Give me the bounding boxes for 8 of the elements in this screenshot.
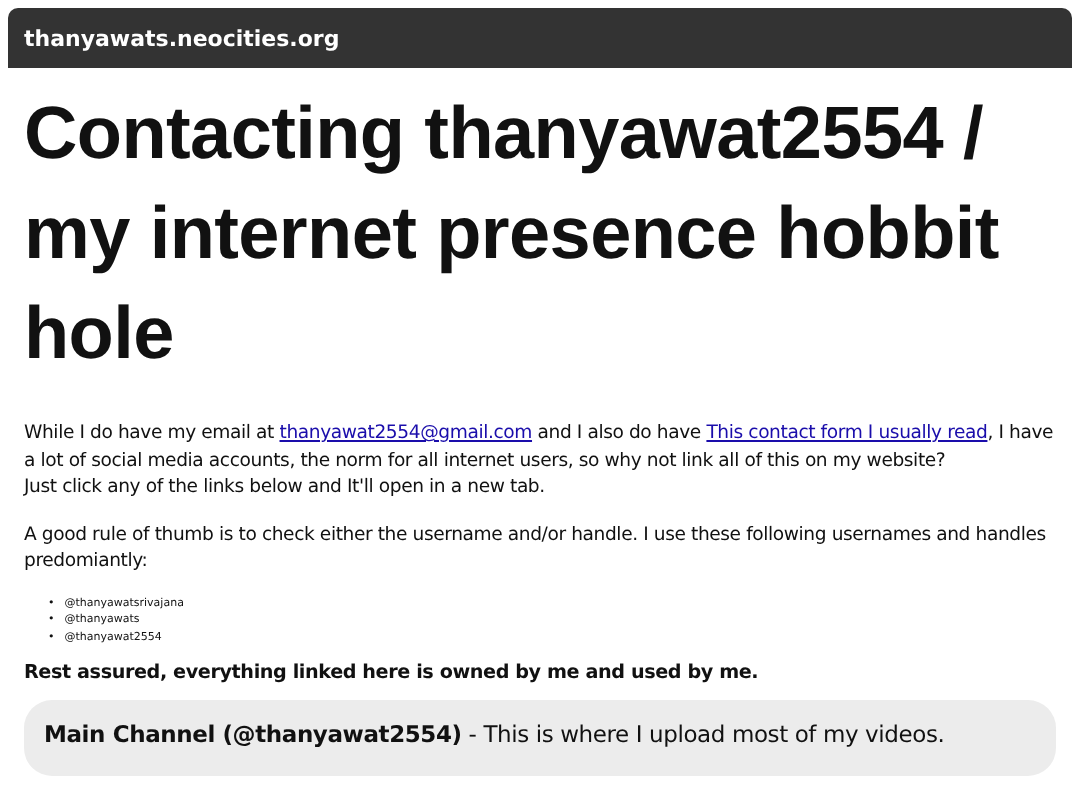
rule-paragraph: A good rule of thumb is to check either the username and/or handle. I use these following usernames and handles predomiantly: xyxy=(24,521,1048,575)
assurance-text: Rest assured, everything linked here is owned by me and used by me. xyxy=(24,662,761,684)
email-link[interactable]: thanyawat2554@gmail.com xyxy=(279,422,533,444)
intro-paragraph: While I do have my email at thanyawat2554@gmail.com and I also do have This contact form I usually read, I have a lot of social media accounts, the norm for all internet users, so why not link all of this on my website? Just click any of the links below and It'll open in a new tab. xyxy=(24,420,1056,501)
page-heading: Contacting thanyawat2554 / my internet presence hobbit hole xyxy=(24,90,1001,378)
site-address: thanyawats.neocities.org xyxy=(24,25,340,51)
link-card[interactable]: Main Channel (@thanyawat2554) - This is where I upload most of my videos. xyxy=(24,700,1056,776)
contact-form-link[interactable]: This contact form I usually read xyxy=(706,422,988,444)
